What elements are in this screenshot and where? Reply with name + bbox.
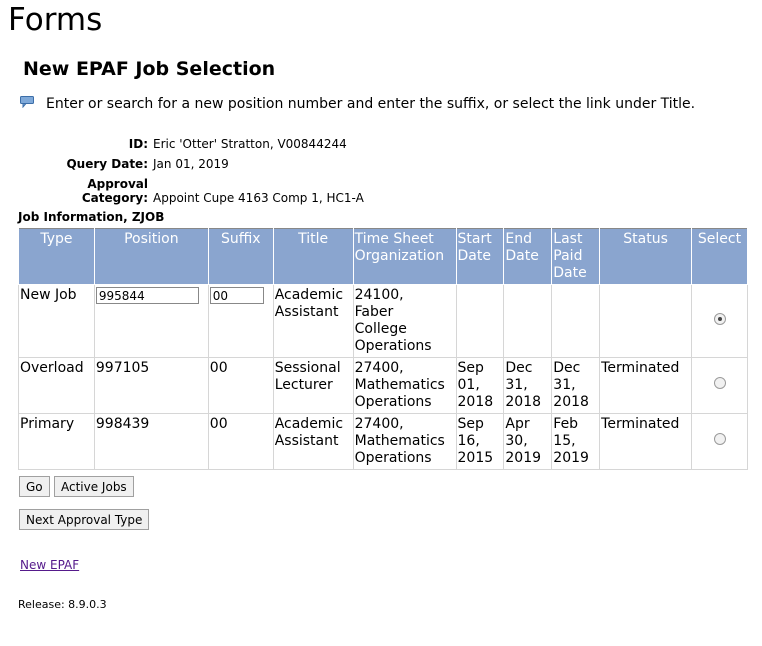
cell-status <box>599 284 693 358</box>
table-row: New Job AcademicAssistant 24100,FaberCol… <box>18 284 748 358</box>
header-status: Status <box>599 228 693 285</box>
job-information-label: Job Information, ZJOB <box>18 210 165 224</box>
id-label: ID: <box>128 137 148 151</box>
cell-last-paid-date <box>551 284 601 358</box>
query-date-value: Jan 01, 2019 <box>153 157 229 171</box>
cell-organization: 27400, Mathematics Operations <box>352 357 457 414</box>
speech-bubble-icon <box>20 96 34 108</box>
table-header-row: Type Position Suffix Title Time Sheet Org… <box>18 228 748 285</box>
job-table: Type Position Suffix Title Time Sheet Org… <box>18 228 748 470</box>
select-radio[interactable] <box>713 377 726 389</box>
header-time-sheet-organization: Time Sheet Organization <box>352 228 457 285</box>
cell-organization: 24100, Faber College Operations <box>352 284 457 358</box>
page-title: New EPAF Job Selection <box>23 58 276 80</box>
cell-position <box>93 284 209 358</box>
header-type: Type <box>18 228 95 285</box>
cell-type: Overload <box>18 357 95 414</box>
cell-select <box>691 284 748 358</box>
active-jobs-button[interactable]: Active Jobs <box>54 476 134 497</box>
page-heading: Forms <box>8 2 103 38</box>
cell-end-date: Dec 31, 2018 <box>503 357 553 414</box>
suffix-input[interactable] <box>209 287 264 304</box>
go-button[interactable]: Go <box>19 476 50 497</box>
cell-end-date: Apr 30, 2019 <box>503 413 553 470</box>
cell-title: Academic Assistant <box>272 284 354 358</box>
cell-status: Terminated <box>599 413 693 470</box>
approval-category-value: Appoint Cupe 4163 Comp 1, HC1-A <box>153 191 364 205</box>
cell-type: New Job <box>18 284 95 358</box>
info-text: Enter or search for a new position numbe… <box>46 96 696 112</box>
table-row: Primary 998439 00 Academic Assistant 2740… <box>18 413 748 470</box>
info-message: Enter or search for a new position numbe… <box>20 96 695 112</box>
cell-suffix: 00 <box>207 357 274 414</box>
cell-title: Academic Assistant <box>272 413 354 470</box>
header-start-date: Start Date <box>455 228 505 285</box>
header-position: Position <box>93 228 209 285</box>
cell-status: Terminated <box>599 357 693 414</box>
cell-start-date <box>455 284 505 358</box>
table-row: Overload 997105 00 Sessional Lecturer 274… <box>18 357 748 414</box>
query-date-row: Query Date: Jan 01, 2019 <box>20 157 229 171</box>
cell-suffix <box>207 284 274 358</box>
release-version: Release: 8.9.0.3 <box>18 598 107 611</box>
header-last-paid-date: Last Paid Date <box>551 228 601 285</box>
approval-category-label: Approval Category: <box>81 177 148 205</box>
select-radio[interactable] <box>713 433 726 445</box>
header-end-date: End Date <box>503 228 553 285</box>
cell-last-paid-date: Dec 31, 2018 <box>551 357 601 414</box>
cell-type: Primary <box>18 413 95 470</box>
position-input[interactable] <box>95 287 199 304</box>
next-approval-type-button[interactable]: Next Approval Type <box>19 509 150 530</box>
select-radio[interactable] <box>713 312 726 325</box>
cell-position: 998439 <box>93 413 209 470</box>
header-title: Title <box>272 228 354 285</box>
query-date-label: Query Date: <box>66 157 148 171</box>
cell-end-date <box>503 284 553 358</box>
approval-category-row: Approval Category: Appoint Cupe 4163 Comp… <box>20 177 364 205</box>
cell-start-date: Sep 01, 2018 <box>455 357 505 414</box>
id-row: ID: Eric 'Otter' Stratton, V00844244 <box>20 137 347 151</box>
cell-last-paid-date: Feb 15, 2019 <box>551 413 601 470</box>
header-suffix: Suffix <box>207 228 274 285</box>
id-value: Eric 'Otter' Stratton, V00844244 <box>153 137 347 151</box>
cell-position: 997105 <box>93 357 209 414</box>
cell-title: Sessional Lecturer <box>272 357 354 414</box>
cell-suffix: 00 <box>207 413 274 470</box>
new-epaf-link[interactable]: New EPAF <box>20 558 79 572</box>
header-select: Select <box>691 228 748 285</box>
cell-select <box>691 413 748 470</box>
cell-organization: 27400, Mathematics Operations <box>352 413 457 470</box>
cell-start-date: Sep 16, 2015 <box>455 413 505 470</box>
cell-select <box>691 357 748 414</box>
